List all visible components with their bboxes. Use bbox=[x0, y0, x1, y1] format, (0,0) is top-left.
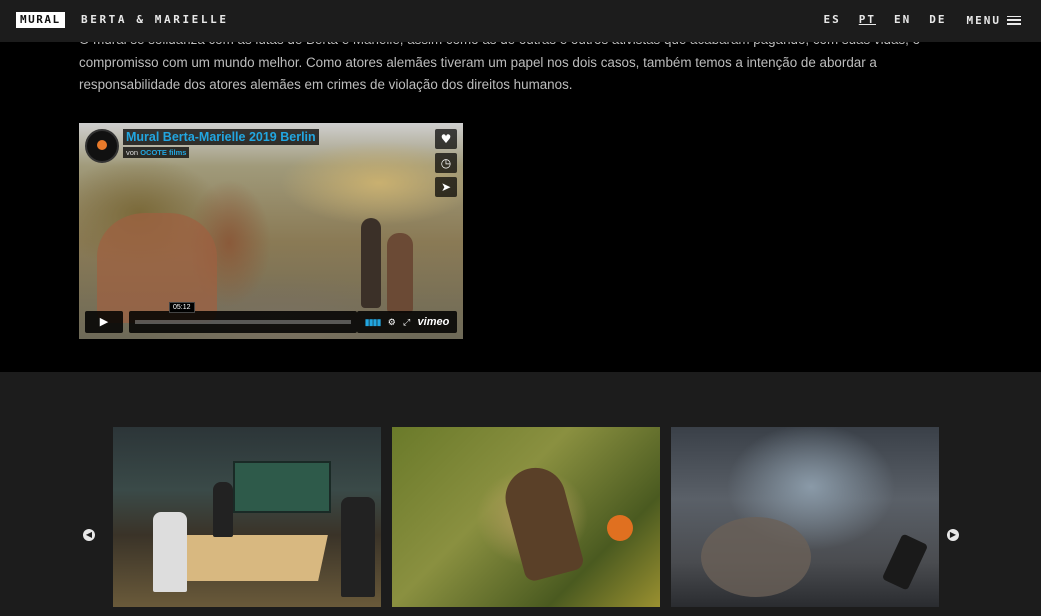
photo-carousel bbox=[113, 427, 939, 607]
photo-workshop[interactable] bbox=[113, 427, 381, 607]
lang-es-link[interactable]: ES bbox=[824, 12, 841, 28]
photo-person bbox=[153, 512, 187, 592]
photo-mural-detail[interactable] bbox=[671, 427, 939, 607]
channel-avatar[interactable] bbox=[85, 129, 119, 163]
video-duration: 05:12 bbox=[169, 302, 195, 313]
vimeo-logo[interactable]: vimeo bbox=[418, 311, 450, 333]
settings-icon[interactable]: ⚙ bbox=[388, 311, 396, 333]
video-byline: von OCOTE films bbox=[123, 147, 189, 158]
menu-button[interactable]: MENU bbox=[967, 14, 1022, 27]
heart-icon[interactable]: ♥ bbox=[435, 129, 457, 149]
brand-logo[interactable]: MURAL bbox=[16, 12, 65, 28]
video-mural-figure bbox=[97, 213, 217, 323]
photo-paint-can bbox=[607, 515, 633, 541]
chevron-left-icon[interactable]: ◀ bbox=[83, 529, 95, 541]
site-header: MURAL BERTA & MARIELLE ES PT EN DE MENU bbox=[0, 0, 1041, 42]
video-person bbox=[387, 233, 413, 313]
send-icon[interactable]: ➤ bbox=[435, 177, 457, 197]
progress-bar[interactable]: 05:12 bbox=[129, 311, 357, 333]
hamburger-icon bbox=[1007, 16, 1021, 25]
brand-name[interactable]: BERTA & MARIELLE bbox=[81, 12, 229, 28]
chevron-right-icon[interactable]: ▶ bbox=[947, 529, 959, 541]
video-title[interactable]: Mural Berta-Marielle 2019 Berlin bbox=[123, 129, 319, 145]
lang-en-link[interactable]: EN bbox=[894, 12, 911, 28]
video-author-link[interactable]: OCOTE films bbox=[140, 148, 186, 157]
player-toolbar: ▮▮▮▮ ⚙ ⤢ vimeo bbox=[357, 311, 457, 333]
video-controls: ▶ 05:12 ▮▮▮▮ ⚙ ⤢ vimeo bbox=[85, 311, 457, 333]
fullscreen-icon[interactable]: ⤢ bbox=[403, 311, 410, 333]
volume-icon[interactable]: ▮▮▮▮ bbox=[365, 311, 381, 333]
byline-prefix: von bbox=[126, 148, 138, 157]
lang-pt-link[interactable]: PT bbox=[859, 12, 876, 28]
photo-shape bbox=[701, 517, 811, 597]
progress-track[interactable] bbox=[135, 320, 351, 324]
photo-person bbox=[341, 497, 375, 597]
photo-hand bbox=[882, 533, 929, 590]
photo-blackboard bbox=[233, 461, 331, 513]
video-player[interactable]: Mural Berta-Marielle 2019 Berlin von OCO… bbox=[79, 123, 463, 339]
photo-table bbox=[168, 535, 328, 581]
play-button[interactable]: ▶ bbox=[85, 311, 123, 333]
lang-de-link[interactable]: DE bbox=[929, 12, 946, 28]
clock-icon[interactable]: ◷ bbox=[435, 153, 457, 173]
photo-person bbox=[213, 482, 233, 537]
video-person bbox=[361, 218, 381, 308]
menu-label: MENU bbox=[967, 14, 1002, 27]
photo-person bbox=[499, 461, 585, 583]
main-nav: ES PT EN DE MENU bbox=[806, 12, 1022, 28]
photo-painting-floor[interactable] bbox=[392, 427, 660, 607]
